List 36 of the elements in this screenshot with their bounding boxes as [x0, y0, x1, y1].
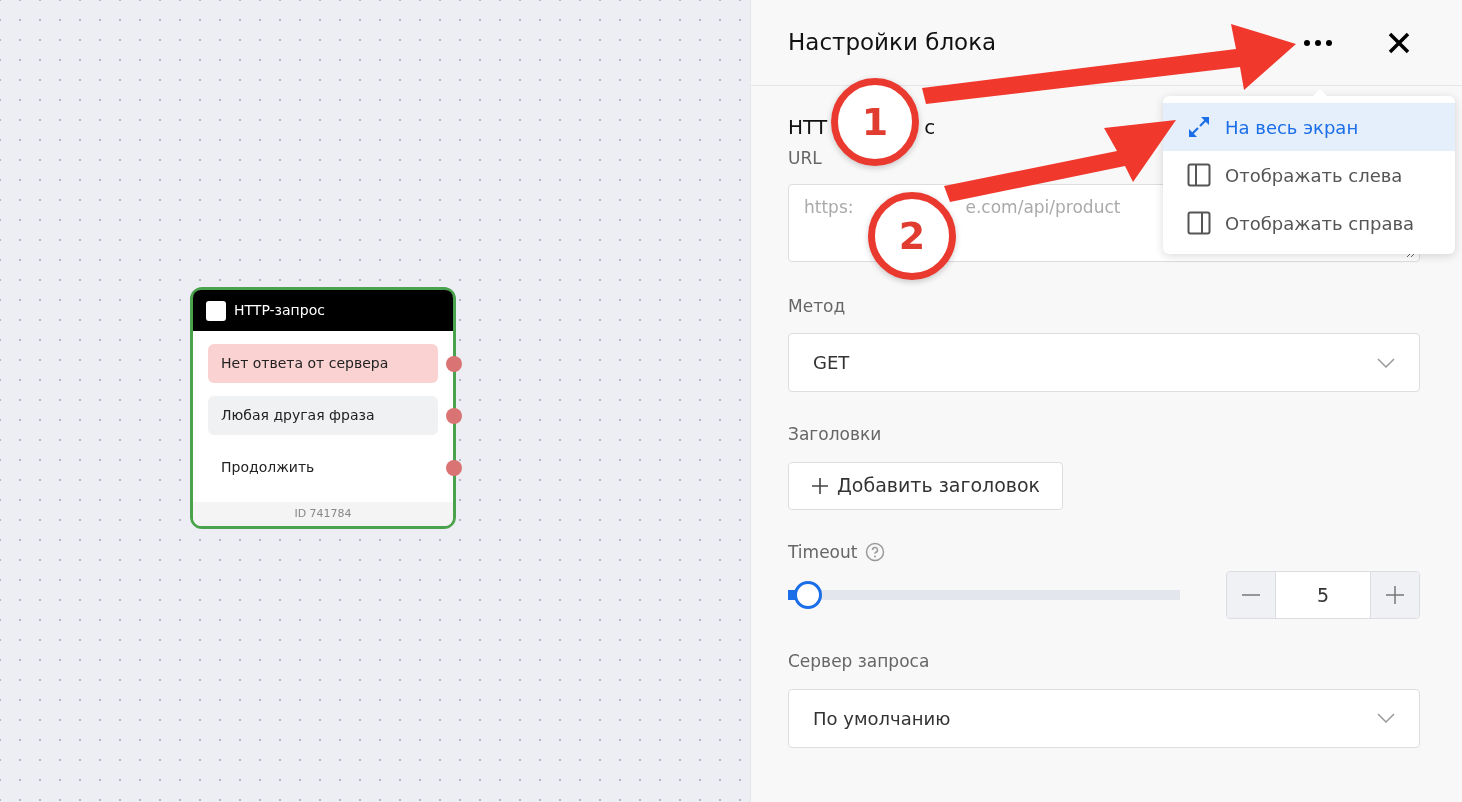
output-port[interactable] [446, 356, 462, 372]
help-icon[interactable] [865, 542, 886, 563]
field-label: Заголовки [788, 423, 883, 446]
timeout-input[interactable]: 5 [1275, 572, 1371, 618]
slider-thumb[interactable] [793, 581, 822, 609]
field-label: URL [788, 147, 823, 170]
expand-arrows-icon [1187, 115, 1211, 139]
placeholder-text: https: [804, 195, 854, 219]
output-port[interactable] [446, 408, 462, 424]
increment-button[interactable] [1371, 572, 1419, 618]
panel-title: Настройки блока [788, 28, 998, 58]
node-id: ID 741784 [193, 502, 453, 526]
output-port[interactable] [446, 460, 462, 476]
add-header-button[interactable]: Добавить заголовок [788, 461, 1064, 510]
plus-icon [811, 476, 829, 495]
section-title: HTT [788, 114, 828, 141]
menu-item[interactable]: На весь экран [1163, 103, 1455, 151]
node-title: HTTP-запрос [234, 301, 325, 320]
chevron-down-icon [1377, 357, 1395, 368]
checkbox-square-icon [206, 300, 226, 321]
chevron-down-icon [1377, 713, 1395, 723]
left-panel-icon [1187, 163, 1211, 187]
more-icon [1304, 39, 1332, 46]
section-title: с [924, 114, 936, 141]
close-icon [1388, 31, 1410, 54]
placeholder-text: e.com/api/product [965, 195, 1121, 219]
plus-icon [1386, 586, 1404, 604]
menu-item[interactable]: Отображать слева [1163, 151, 1455, 199]
right-panel-icon [1187, 211, 1211, 235]
server-select[interactable]: По умолчанию [788, 688, 1420, 748]
field-label: Сервер запроса [788, 650, 931, 673]
field-label: Метод [788, 294, 847, 318]
menu-item[interactable]: Отображать справа [1163, 199, 1455, 247]
method-select[interactable]: GET [788, 333, 1420, 392]
field-label: Timeout [788, 540, 858, 564]
minus-icon [1242, 594, 1260, 596]
